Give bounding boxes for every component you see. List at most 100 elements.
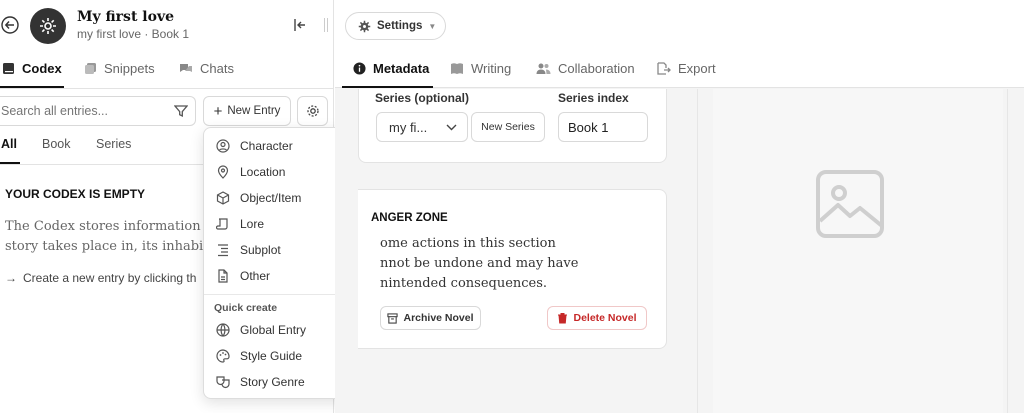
snippets-icon — [85, 63, 96, 74]
tab-writing[interactable]: Writing — [450, 61, 511, 76]
search-field[interactable] — [0, 104, 160, 118]
tab-export-label: Export — [678, 61, 716, 76]
delete-novel-button[interactable]: Delete Novel — [547, 306, 647, 330]
caret-down-icon: ▼ — [428, 21, 437, 31]
tab-chats[interactable]: Chats — [179, 61, 234, 76]
menu-item-location[interactable]: Location — [216, 165, 285, 179]
danger-text-line-2: nnot be undone and may have — [380, 256, 579, 271]
tab-codex-label: Codex — [22, 61, 62, 76]
chevron-down-icon — [446, 124, 457, 130]
file-icon — [218, 269, 228, 283]
codex-settings-button[interactable] — [297, 96, 328, 126]
menu-item-character-label: Character — [240, 139, 293, 153]
palette-icon — [216, 349, 230, 363]
tab-metadata-label: Metadata — [373, 61, 430, 76]
delete-novel-label: Delete Novel — [573, 312, 637, 324]
danger-text-line-1: ome actions in this section — [380, 236, 556, 251]
plus-icon: + — [213, 102, 223, 120]
menu-item-lore-label: Lore — [240, 217, 265, 231]
menu-item-object[interactable]: Object/Item — [216, 191, 301, 205]
editor-panel: Settings ▼ Metadata Writing Collaboratio… — [335, 0, 1024, 413]
empty-heading: YOUR CODEX IS EMPTY — [5, 187, 146, 201]
tabs-divider — [0, 88, 334, 89]
menu-item-lore[interactable]: Lore — [216, 217, 264, 231]
tab-snippets-label: Snippets — [104, 61, 155, 76]
back-icon[interactable] — [1, 16, 19, 34]
series-select-value: my fi... — [389, 119, 428, 135]
menu-item-style-guide[interactable]: Style Guide — [216, 349, 302, 363]
map-pin-icon — [217, 165, 229, 179]
tab-metadata[interactable]: Metadata — [353, 61, 429, 76]
menu-item-other-label: Other — [240, 269, 271, 283]
list-indent-icon — [218, 244, 228, 257]
archive-icon — [387, 312, 399, 324]
menu-item-global-entry-label: Global Entry — [240, 323, 307, 337]
novel-subtitle: my first love · Book 1 — [77, 27, 190, 41]
menu-item-character[interactable]: Character — [216, 139, 293, 153]
series-label: Series (optional) — [375, 91, 470, 105]
danger-zone-card: ANGER ZONE ome actions in this section n… — [358, 189, 667, 349]
new-entry-label: New Entry — [227, 105, 281, 117]
export-icon — [657, 62, 671, 75]
filter-tab-series[interactable]: Series — [96, 137, 131, 151]
gear-icon — [358, 20, 371, 32]
menu-item-story-genre[interactable]: Story Genre — [216, 375, 305, 389]
masks-icon — [216, 376, 230, 389]
menu-item-object-label: Object/Item — [240, 191, 302, 205]
menu-item-location-label: Location — [240, 165, 286, 179]
tab-collaboration[interactable]: Collaboration — [536, 61, 635, 76]
danger-text-line-3: nintended consequences. — [380, 276, 548, 291]
empty-text-line-2: story takes place in, its inhabitant — [5, 239, 230, 254]
cover-image-placeholder[interactable] — [713, 89, 1003, 413]
series-index-input[interactable]: Book 1 — [558, 112, 648, 142]
series-index-value: Book 1 — [568, 119, 609, 135]
tab-metadata-underline — [342, 86, 433, 88]
series-select[interactable]: my fi... — [376, 112, 468, 142]
danger-zone-heading: ANGER ZONE — [371, 212, 448, 224]
tab-export[interactable]: Export — [657, 61, 716, 76]
menu-item-subplot[interactable]: Subplot — [216, 243, 281, 257]
empty-hint: → Create a new entry by clicking th — [5, 271, 196, 285]
tab-collaboration-label: Collaboration — [558, 61, 635, 76]
archive-novel-label: Archive Novel — [403, 312, 474, 324]
cover-image-area — [697, 89, 698, 413]
resize-handle[interactable] — [324, 18, 328, 32]
archive-novel-button[interactable]: Archive Novel — [380, 306, 481, 330]
filter-icon[interactable] — [174, 104, 188, 118]
filter-tab-book[interactable]: Book — [42, 137, 71, 151]
collapse-sidebar-icon[interactable] — [293, 18, 307, 32]
menu-item-other[interactable]: Other — [216, 269, 270, 283]
right-edge-divider — [1007, 89, 1008, 413]
scroll-icon — [216, 218, 228, 230]
image-icon — [816, 170, 884, 238]
menu-item-subplot-label: Subplot — [240, 243, 281, 257]
series-card: Series (optional) Series index my fi... … — [358, 89, 667, 163]
new-entry-button[interactable]: + New Entry — [203, 96, 291, 126]
menu-item-story-genre-label: Story Genre — [240, 375, 305, 389]
menu-item-style-guide-label: Style Guide — [240, 349, 303, 363]
quick-create-heading: Quick create — [214, 302, 278, 314]
filter-tab-all[interactable]: All — [1, 137, 17, 151]
series-index-label: Series index — [558, 91, 629, 105]
tab-writing-label: Writing — [471, 61, 512, 76]
new-series-button[interactable]: New Series — [471, 112, 545, 142]
open-book-icon — [451, 63, 463, 74]
book-icon — [3, 63, 14, 74]
empty-text-line-1: The Codex stores information abo — [5, 219, 229, 234]
novel-title: My first love — [77, 9, 174, 25]
trash-icon — [558, 313, 568, 324]
info-icon — [353, 62, 366, 75]
search-input[interactable] — [0, 96, 196, 126]
novel-avatar[interactable] — [30, 8, 66, 44]
menu-item-global-entry[interactable]: Global Entry — [216, 323, 306, 337]
settings-label: Settings — [377, 20, 423, 32]
box-icon — [216, 191, 230, 205]
settings-button[interactable]: Settings ▼ — [345, 12, 446, 40]
new-series-label: New Series — [481, 121, 535, 133]
arrow-right-icon: → — [5, 271, 17, 285]
tab-codex[interactable]: Codex — [2, 61, 62, 76]
user-circle-icon — [216, 139, 230, 153]
globe-icon — [216, 323, 230, 337]
tab-codex-underline — [0, 86, 64, 88]
tab-snippets[interactable]: Snippets — [84, 61, 155, 76]
